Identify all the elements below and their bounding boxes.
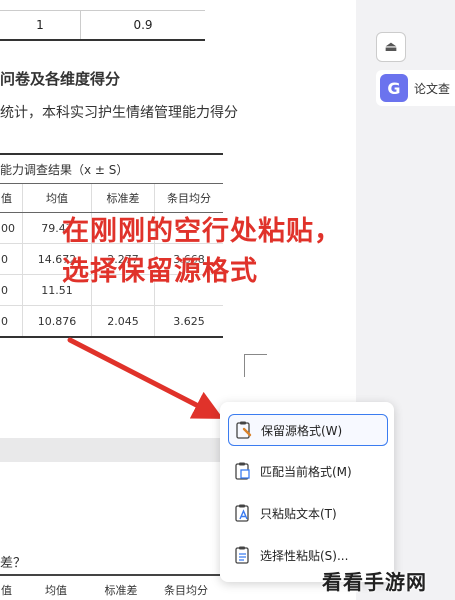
- site-watermark: 看看手游网: [322, 570, 427, 594]
- menu-item-label: 选择性粘贴(S)...: [260, 548, 349, 563]
- menu-item-paste-text-only[interactable]: 只粘贴文本(T): [228, 498, 386, 528]
- menu-item-label: 只粘贴文本(T): [260, 506, 337, 521]
- arrow-line: [67, 337, 224, 419]
- clipboard-brush-icon: [235, 420, 253, 440]
- clipboard-format-icon: [234, 461, 252, 481]
- menu-item-label: 保留源格式(W): [261, 423, 343, 438]
- menu-item-match-current-format[interactable]: 匹配当前格式(M): [228, 456, 386, 486]
- menu-item-keep-source-format[interactable]: 保留源格式(W): [228, 414, 388, 446]
- clipboard-list-icon: [234, 545, 252, 565]
- menu-item-label: 匹配当前格式(M): [260, 464, 352, 479]
- clipboard-text-icon: [234, 503, 252, 523]
- paste-options-menu: 保留源格式(W) 匹配当前格式(M) 只粘贴文本(T) 选择性粘贴(S)...: [220, 402, 394, 582]
